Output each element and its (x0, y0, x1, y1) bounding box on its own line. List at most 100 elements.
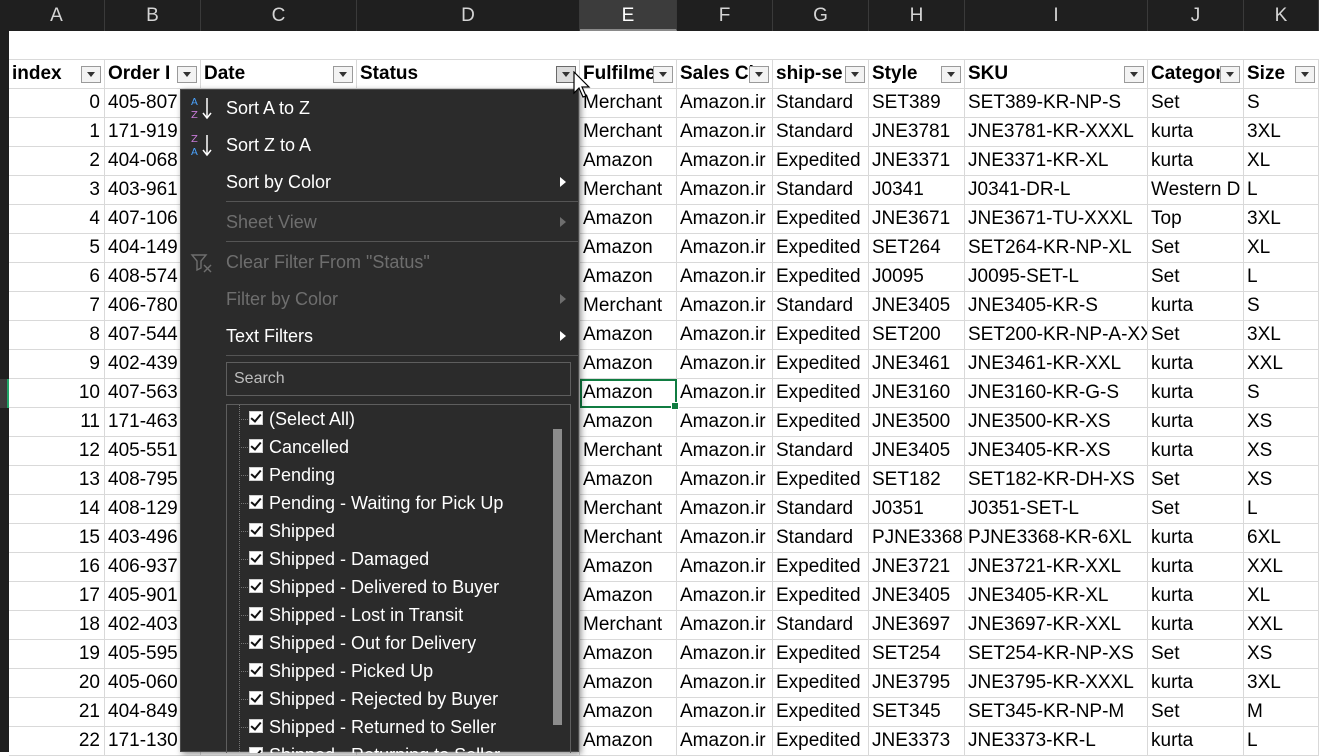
table-cell[interactable]: Amazon (580, 147, 677, 175)
table-cell[interactable]: Set (1148, 640, 1244, 668)
table-cell[interactable]: 16 (9, 553, 105, 581)
filter-dropdown-button[interactable] (1295, 66, 1315, 83)
table-cell[interactable]: 8 (9, 321, 105, 349)
table-cell[interactable]: JNE3795 (869, 669, 965, 697)
table-cell[interactable]: Expedited (773, 350, 869, 378)
table-cell[interactable]: JNE3405-KR-XS (965, 437, 1148, 465)
table-cell[interactable]: SET254-KR-NP-XS (965, 640, 1148, 668)
table-cell[interactable]: 17 (9, 582, 105, 610)
table-cell[interactable]: kurta (1148, 582, 1244, 610)
table-cell[interactable]: JNE3160 (869, 379, 965, 407)
table-cell[interactable]: 3XL (1244, 669, 1319, 697)
table-cell[interactable]: JNE3371-KR-XL (965, 147, 1148, 175)
table-cell[interactable]: SET264 (869, 234, 965, 262)
table-cell[interactable]: 9 (9, 350, 105, 378)
table-cell[interactable]: Amazon.ir (677, 379, 773, 407)
table-cell[interactable]: Standard (773, 118, 869, 146)
table-cell[interactable]: Amazon.ir (677, 466, 773, 494)
table-cell[interactable]: XL (1244, 234, 1319, 262)
table-cell[interactable]: Standard (773, 89, 869, 117)
table-cell[interactable]: 4 (9, 205, 105, 233)
table-cell[interactable]: J0341 (869, 176, 965, 204)
table-cell[interactable]: Amazon.ir (677, 118, 773, 146)
table-cell[interactable]: Expedited (773, 640, 869, 668)
table-cell[interactable]: JNE3671 (869, 205, 965, 233)
filter-dropdown-button[interactable] (845, 66, 865, 83)
table-cell[interactable]: Amazon.ir (677, 495, 773, 523)
header-cell[interactable]: Status (357, 60, 580, 88)
table-cell[interactable]: Expedited (773, 147, 869, 175)
table-cell[interactable]: Standard (773, 292, 869, 320)
table-cell[interactable]: JNE3461 (869, 350, 965, 378)
table-cell[interactable]: Merchant (580, 495, 677, 523)
column-header-b[interactable]: B (105, 0, 201, 31)
table-cell[interactable]: 3XL (1244, 321, 1319, 349)
table-cell[interactable]: Expedited (773, 669, 869, 697)
table-cell[interactable]: JNE3500-KR-XS (965, 408, 1148, 436)
table-cell[interactable]: Expedited (773, 698, 869, 726)
table-cell[interactable]: Amazon (580, 640, 677, 668)
table-cell[interactable]: Amazon.ir (677, 89, 773, 117)
table-cell[interactable]: Expedited (773, 321, 869, 349)
table-cell[interactable]: 18 (9, 611, 105, 639)
table-cell[interactable]: Merchant (580, 118, 677, 146)
table-cell[interactable]: Expedited (773, 263, 869, 291)
table-cell[interactable]: JNE3373-KR-L (965, 727, 1148, 755)
table-cell[interactable]: 6XL (1244, 524, 1319, 552)
column-header-g[interactable]: G (773, 0, 869, 31)
table-cell[interactable]: JNE3781-KR-XXXL (965, 118, 1148, 146)
table-cell[interactable]: SET389 (869, 89, 965, 117)
table-cell[interactable]: JNE3405 (869, 292, 965, 320)
column-header-c[interactable]: C (201, 0, 357, 31)
table-cell[interactable]: L (1244, 176, 1319, 204)
table-cell[interactable]: JNE3500 (869, 408, 965, 436)
sort-z-to-a-item[interactable]: Z A Sort Z to A (181, 127, 578, 163)
table-cell[interactable]: L (1244, 727, 1319, 755)
filter-dropdown-button[interactable] (749, 66, 769, 83)
table-cell[interactable]: XS (1244, 640, 1319, 668)
table-cell[interactable]: Amazon.ir (677, 292, 773, 320)
column-header-k[interactable]: K (1244, 0, 1319, 31)
column-header-i[interactable]: I (965, 0, 1148, 31)
table-cell[interactable]: Amazon.ir (677, 321, 773, 349)
table-cell[interactable]: Amazon (580, 205, 677, 233)
checkbox-checked-icon[interactable] (249, 523, 263, 537)
table-cell[interactable]: kurta (1148, 553, 1244, 581)
filter-dropdown-button[interactable] (81, 66, 101, 83)
table-cell[interactable]: J0351-SET-L (965, 495, 1148, 523)
table-cell[interactable]: JNE3405 (869, 437, 965, 465)
table-cell[interactable]: 2 (9, 147, 105, 175)
table-cell[interactable]: Set (1148, 466, 1244, 494)
table-cell[interactable]: SET345-KR-NP-M (965, 698, 1148, 726)
table-cell[interactable]: Merchant (580, 89, 677, 117)
column-header-e[interactable]: E (580, 0, 677, 31)
table-cell[interactable]: Merchant (580, 176, 677, 204)
table-cell[interactable]: Expedited (773, 582, 869, 610)
active-cell-selection[interactable] (580, 379, 679, 410)
table-cell[interactable]: JNE3721 (869, 553, 965, 581)
table-cell[interactable]: Standard (773, 495, 869, 523)
table-cell[interactable]: SET254 (869, 640, 965, 668)
table-cell[interactable]: kurta (1148, 292, 1244, 320)
table-cell[interactable]: kurta (1148, 669, 1244, 697)
header-cell[interactable]: SKU (965, 60, 1148, 88)
table-cell[interactable]: 11 (9, 408, 105, 436)
filter-dropdown-button[interactable] (177, 66, 197, 83)
table-cell[interactable]: Expedited (773, 234, 869, 262)
table-cell[interactable]: Expedited (773, 379, 869, 407)
table-cell[interactable]: JNE3160-KR-G-S (965, 379, 1148, 407)
table-cell[interactable]: Merchant (580, 437, 677, 465)
table-cell[interactable]: Amazon (580, 698, 677, 726)
column-header-j[interactable]: J (1148, 0, 1244, 31)
table-cell[interactable]: 15 (9, 524, 105, 552)
table-cell[interactable]: kurta (1148, 147, 1244, 175)
table-cell[interactable]: JNE3461-KR-XXL (965, 350, 1148, 378)
table-cell[interactable]: J0341-DR-L (965, 176, 1148, 204)
table-cell[interactable]: Amazon.ir (677, 640, 773, 668)
table-cell[interactable]: Amazon.ir (677, 437, 773, 465)
table-cell[interactable]: JNE3781 (869, 118, 965, 146)
table-cell[interactable]: Amazon.ir (677, 263, 773, 291)
table-cell[interactable]: Amazon (580, 234, 677, 262)
table-cell[interactable]: kurta (1148, 408, 1244, 436)
filter-dropdown-button[interactable] (941, 66, 961, 83)
